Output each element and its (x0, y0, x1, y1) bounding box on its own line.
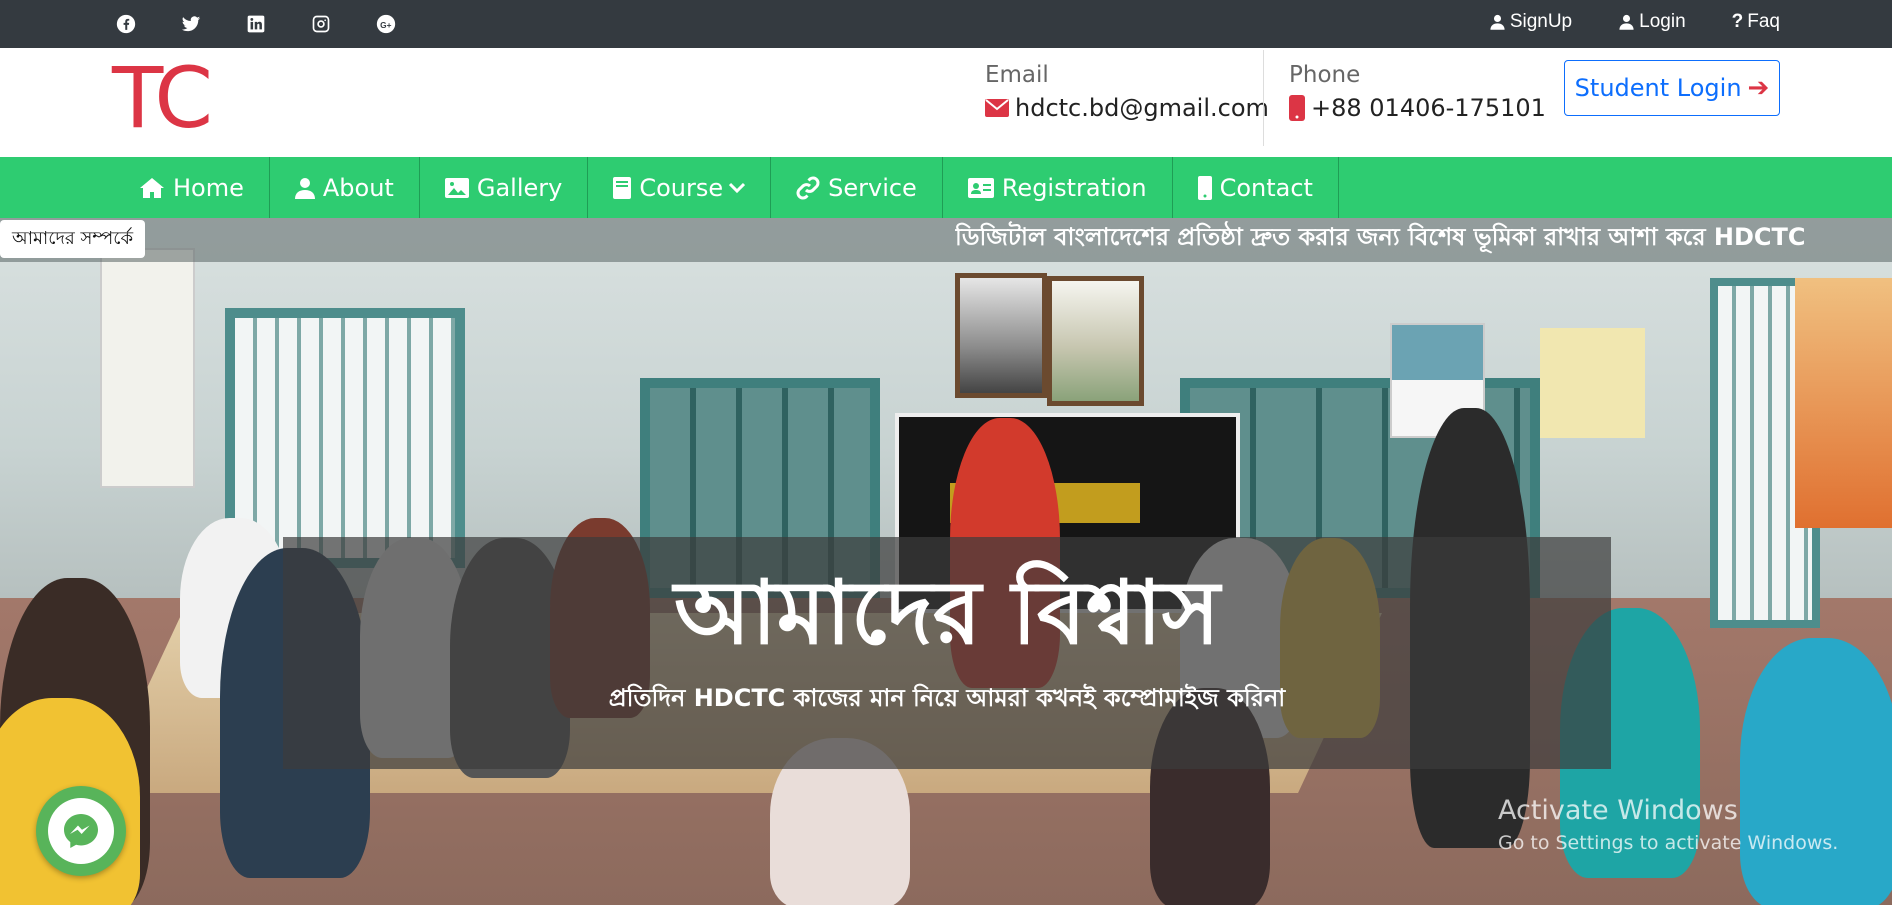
faq-label: Faq (1747, 11, 1780, 32)
ticker-label[interactable]: আমাদের সম্পর্কে (0, 220, 146, 258)
user-icon (294, 177, 315, 199)
user-icon (1490, 14, 1505, 30)
nav-item-contact[interactable]: Contact (1173, 157, 1339, 218)
watermark-subtitle: Go to Settings to activate Windows. (1498, 832, 1839, 854)
email-block: Email hdctc.bd@gmail.com (985, 62, 1269, 122)
nav-label: Contact (1219, 173, 1313, 202)
nav-label: Home (173, 173, 244, 202)
student-login-button[interactable]: Student Login ➔ (1564, 60, 1780, 116)
signup-label: SignUp (1509, 11, 1573, 32)
nav-label: About (322, 173, 394, 202)
link-icon (796, 176, 820, 199)
login-link[interactable]: Login (1618, 11, 1686, 33)
phone-value: +88 01406-175101 (1311, 94, 1546, 122)
top-links: SignUp Login ? Faq (1443, 11, 1780, 33)
google-plus-icon[interactable]: G+ (372, 10, 400, 38)
email-value: hdctc.bd@gmail.com (1015, 94, 1269, 122)
signup-link[interactable]: SignUp (1489, 11, 1572, 33)
top-bar: G+ SignUp Login ? Faq (0, 0, 1892, 48)
facebook-icon[interactable] (112, 10, 140, 38)
site-header: TC Email hdctc.bd@gmail.com Phone +88 01… (0, 48, 1892, 157)
messenger-icon (64, 814, 98, 848)
nav-item-about[interactable]: About (270, 157, 420, 218)
login-label: Login (1639, 11, 1686, 32)
twitter-icon[interactable] (177, 10, 205, 38)
phone-block: Phone +88 01406-175101 (1289, 62, 1546, 122)
social-links: G+ (112, 10, 437, 38)
logo[interactable]: TC (112, 56, 213, 140)
ticker-text: ডিজিটাল বাংলাদেশের প্রতিষ্ঠা দ্রুত করার … (955, 220, 1892, 258)
user-icon (1619, 14, 1634, 30)
hero-title: আমাদের বিশ্বাস (674, 561, 1220, 664)
linkedin-icon[interactable] (242, 10, 270, 38)
nav-item-service[interactable]: Service (771, 157, 943, 218)
main-nav: Home About Gallery Course Service Regist… (0, 157, 1892, 218)
arrow-right-icon: ➔ (1747, 73, 1770, 103)
mobile-icon (1289, 95, 1305, 121)
nav-label: Registration (1001, 173, 1147, 202)
nav-item-gallery[interactable]: Gallery (420, 157, 589, 218)
envelope-icon (985, 99, 1009, 117)
messenger-chat-button[interactable] (36, 786, 126, 876)
nav-label: Gallery (476, 173, 563, 202)
id-card-icon (967, 177, 994, 198)
faq-link[interactable]: ? Faq (1732, 11, 1780, 33)
phone-label: Phone (1289, 62, 1361, 88)
home-icon (140, 177, 164, 198)
watermark-title: Activate Windows (1498, 795, 1738, 826)
nav-label: Service (828, 173, 917, 202)
email-label: Email (985, 62, 1049, 88)
windows-activation-watermark: Activate Windows Go to Settings to activ… (1498, 795, 1838, 854)
ticker-message: ডিজিটাল বাংলাদেশের প্রতিষ্ঠা দ্রুত করার … (955, 223, 1806, 251)
phone-value-row[interactable]: +88 01406-175101 (1289, 94, 1546, 122)
svg-text:G+: G+ (380, 20, 391, 30)
question-icon: ? (1731, 11, 1744, 32)
instagram-icon[interactable] (307, 10, 335, 38)
image-icon (444, 177, 469, 198)
email-value-row[interactable]: hdctc.bd@gmail.com (985, 94, 1269, 122)
hero-subtitle: প্রতিদিন HDCTC কাজের মান নিয়ে আমরা কখনই… (608, 684, 1286, 712)
nav-item-course[interactable]: Course (588, 157, 772, 218)
header-divider (1263, 50, 1264, 146)
book-icon (613, 176, 632, 199)
chevron-down-icon (729, 182, 746, 193)
nav-item-home[interactable]: Home (119, 157, 270, 218)
mobile-icon (1197, 175, 1212, 200)
nav-item-registration[interactable]: Registration (943, 157, 1173, 218)
nav-label: Course (639, 173, 724, 202)
student-login-label: Student Login (1574, 74, 1742, 102)
